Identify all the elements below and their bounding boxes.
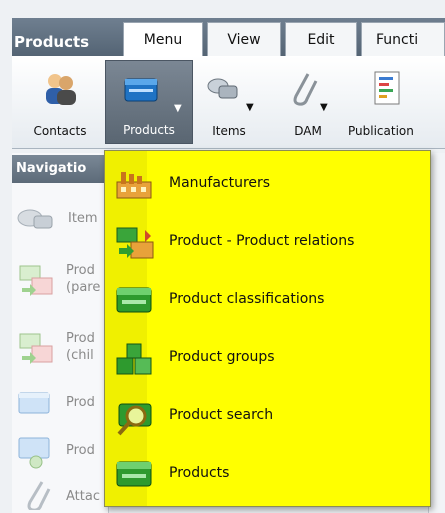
cubes-icon — [116, 343, 152, 375]
nav-item-product[interactable]: Prod — [16, 388, 108, 418]
paperclip-icon — [293, 73, 318, 106]
nav-item-label: Prod — [66, 443, 95, 458]
nav-item-product-variant[interactable]: Prod — [16, 434, 108, 470]
nav-item-label: Prod (pare — [66, 263, 101, 295]
products-dropdown-menu: Manufacturers Product - Product relation… — [104, 150, 431, 507]
tab-menu[interactable]: Menu — [123, 22, 203, 56]
toolbar-publication-label: Publication — [348, 124, 414, 138]
toolbar-products-label: Products — [123, 123, 175, 137]
menu-item-product-search[interactable]: Product search — [109, 391, 427, 441]
chevron-down-icon: ▼ — [174, 103, 182, 114]
nav-item-label: Prod — [66, 395, 95, 410]
menu-item-label: Product groups — [169, 349, 275, 365]
product-relation-icon — [19, 265, 53, 296]
nav-item-items[interactable]: Item — [16, 204, 108, 234]
nav-item-product-child[interactable]: Prod (chil — [16, 330, 108, 370]
tab-edit[interactable]: Edit — [285, 22, 357, 56]
chevron-down-icon: ▼ — [320, 102, 328, 113]
toolbar-items-button[interactable]: ▼ Items — [196, 60, 262, 144]
products-icon — [124, 78, 158, 102]
nav-item-product-parent[interactable]: Prod (pare — [16, 262, 108, 302]
app-title: Products — [14, 33, 90, 51]
toolbar-dam-label: DAM — [294, 124, 322, 138]
nav-item-attachments[interactable]: Attac — [16, 480, 108, 510]
product-box-icon — [116, 461, 152, 487]
product-box-icon — [116, 287, 152, 313]
toolbar-dam-button[interactable]: ▼ DAM — [280, 60, 336, 144]
menu-item-label: Product classifications — [169, 291, 325, 307]
menu-item-product-relations[interactable]: Product - Product relations — [109, 217, 427, 267]
product-gear-icon — [18, 437, 50, 469]
publication-icon — [374, 71, 399, 105]
paperclip-icon — [27, 481, 51, 510]
nav-item-label: Attac — [66, 489, 100, 504]
factory-icon — [116, 172, 152, 199]
menu-item-label: Product search — [169, 407, 274, 423]
menu-item-product-groups[interactable]: Product groups — [109, 333, 427, 383]
menu-item-manufacturers[interactable]: Manufacturers — [109, 159, 427, 209]
menu-item-label: Product - Product relations — [169, 233, 355, 249]
product-icon — [18, 392, 50, 414]
contacts-icon — [46, 74, 76, 105]
items-icon — [207, 78, 238, 99]
product-relations-icon — [116, 227, 154, 259]
menu-item-products[interactable]: Products — [109, 449, 427, 499]
toolbar-publication-button[interactable]: Publication — [344, 60, 445, 144]
tab-functions[interactable]: Functi — [361, 22, 445, 56]
toolbar-contacts-button[interactable]: Contacts — [18, 60, 102, 144]
nav-item-label: Prod (chil — [66, 331, 95, 363]
navigation-header: Navigatio — [12, 155, 104, 183]
items-icon — [17, 209, 53, 229]
toolbar-items-label: Items — [212, 124, 246, 138]
menu-item-label: Manufacturers — [169, 175, 271, 191]
product-relation-icon — [19, 333, 53, 364]
nav-item-label: Item — [68, 211, 98, 226]
menu-item-product-classifications[interactable]: Product classifications — [109, 275, 427, 325]
toolbar-contacts-label: Contacts — [33, 124, 87, 138]
chevron-down-icon: ▼ — [246, 102, 254, 113]
toolbar-products-button[interactable]: ▼ Products — [105, 60, 193, 144]
magnifier-icon — [117, 403, 152, 436]
menu-item-label: Products — [169, 465, 230, 481]
tab-view[interactable]: View — [207, 22, 281, 56]
